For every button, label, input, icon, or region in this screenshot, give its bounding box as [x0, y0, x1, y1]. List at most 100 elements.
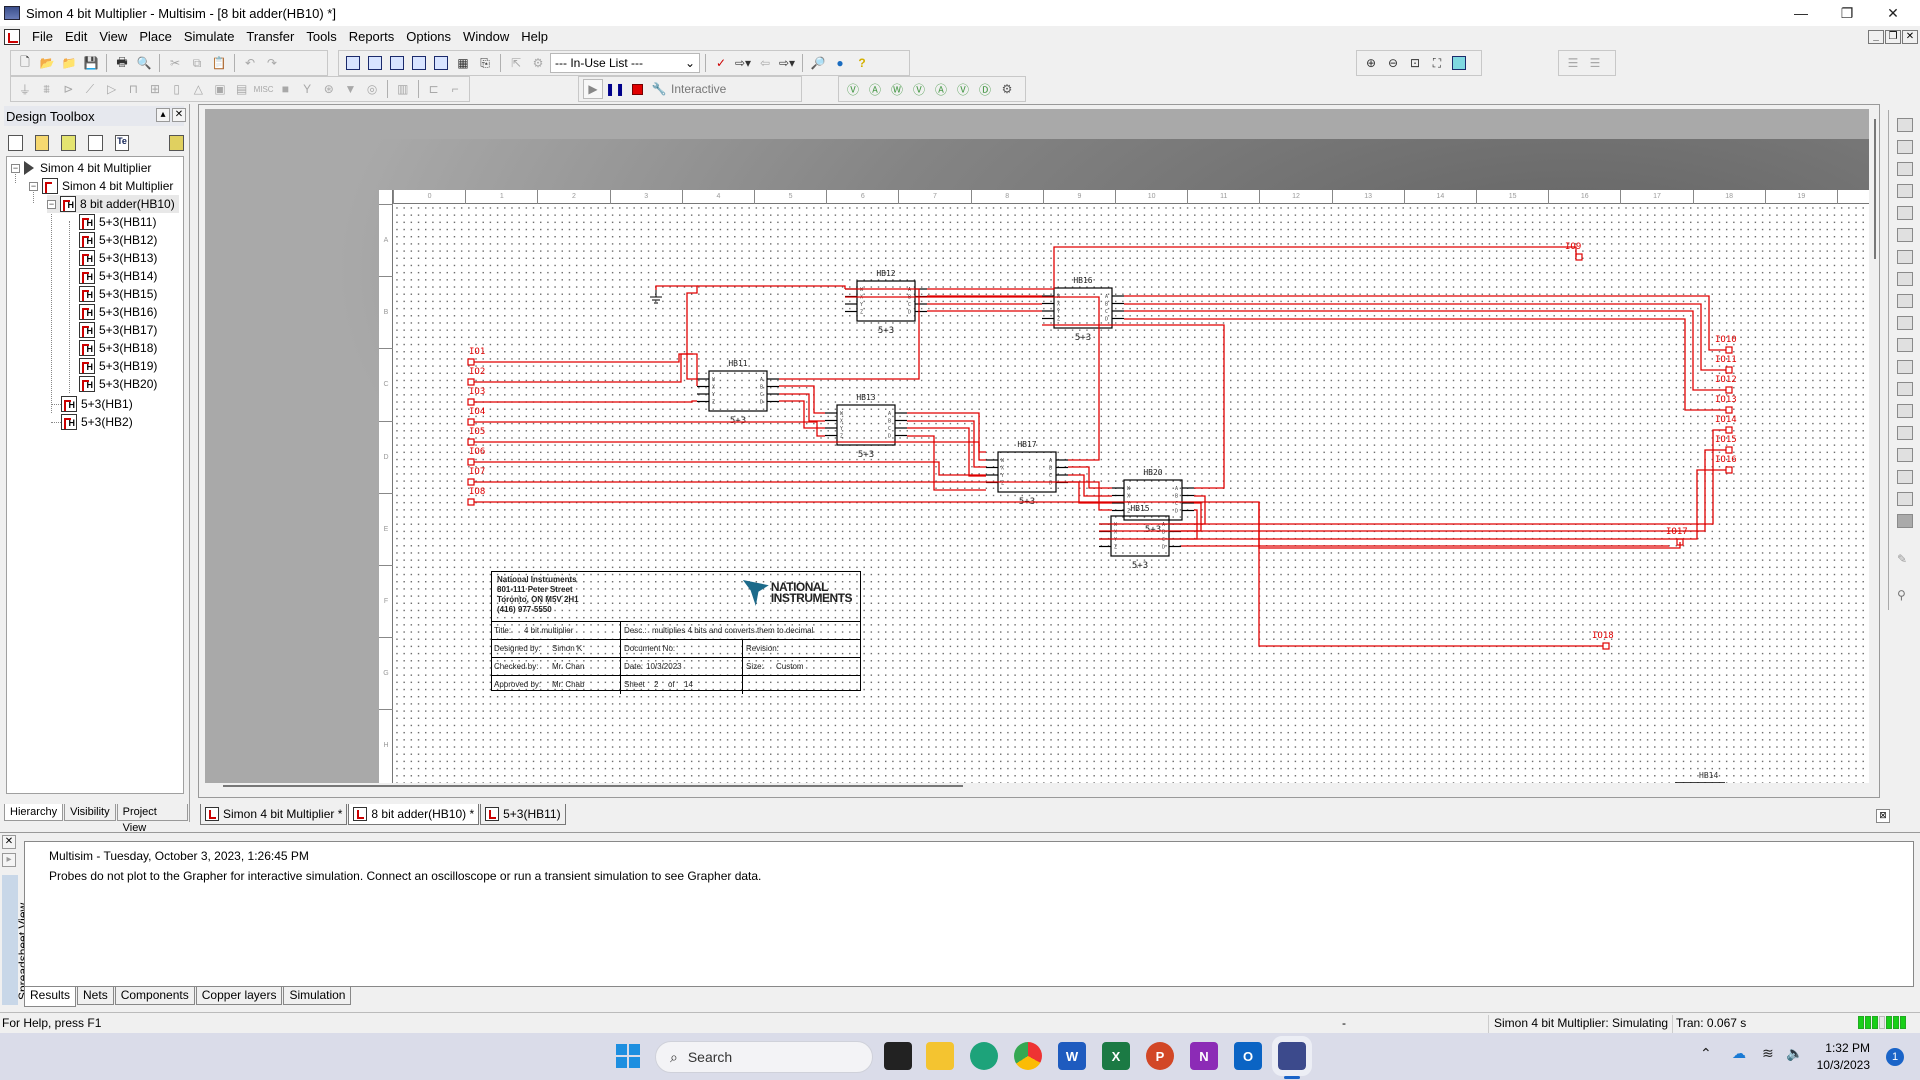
edge-icon[interactable] — [970, 1042, 998, 1070]
volume-icon[interactable]: 🔈 — [1786, 1045, 1803, 1062]
connector-icon[interactable]: ◎ — [362, 79, 382, 99]
hierarchical-block-hb17[interactable]: HB175+3WXYZABCD — [986, 440, 1068, 507]
tree-item-project[interactable]: − Simon 4 bit Multiplier — [11, 159, 151, 177]
block-reference[interactable]: HB16 — [1073, 276, 1092, 285]
sheet-settings-icon[interactable]: ⊠ — [1876, 809, 1890, 823]
multimeter-icon[interactable] — [1897, 118, 1913, 132]
tree-item-schematic[interactable]: − Simon 4 bit Multiplier — [29, 177, 173, 195]
spectrum-analyzer-icon[interactable] — [1897, 382, 1913, 396]
menu-tools[interactable]: Tools — [300, 26, 342, 48]
ni-elvis-icon[interactable]: ✎ — [1897, 552, 1913, 566]
zoom-sheet-icon[interactable]: ⛶ — [1427, 53, 1447, 73]
wifi-icon[interactable]: ≋ — [1762, 1045, 1774, 1062]
hierarchy-icon[interactable]: ⎘ — [475, 53, 495, 73]
block-outline[interactable] — [856, 280, 916, 322]
tab-hierarchy[interactable]: Hierarchy — [4, 804, 64, 821]
agilent-multimeter-icon[interactable] — [1897, 448, 1913, 462]
oscilloscope-icon[interactable] — [1897, 184, 1913, 198]
powerpoint-icon[interactable]: P — [1146, 1042, 1174, 1070]
doc-restore-button[interactable]: ❐ — [1885, 30, 1901, 44]
rf-icon[interactable]: Y — [297, 79, 317, 99]
collapse-icon[interactable]: − — [11, 163, 20, 173]
tree-item-hb1[interactable]: H 5+3(HB1) — [61, 395, 133, 413]
bus-entry-icon[interactable]: ☰ — [1585, 53, 1605, 73]
undo-icon[interactable]: ↶ — [240, 53, 260, 73]
tree-item-hb18[interactable]: H 5+3(HB18) — [79, 339, 157, 357]
tree-item-hb16[interactable]: H 5+3(HB16) — [79, 303, 157, 321]
current-probe-tool-icon[interactable]: ⚲ — [1897, 588, 1913, 602]
word-icon[interactable]: W — [1058, 1042, 1086, 1070]
toolbox-float-button[interactable]: ▴ — [156, 108, 170, 122]
tree-item-hb2[interactable]: H 5+3(HB2) — [61, 413, 133, 431]
io-connector-io17[interactable]: IO17 — [1666, 527, 1688, 546]
tab-project-view[interactable]: Project View — [116, 804, 188, 834]
excel-icon[interactable]: X — [1102, 1042, 1130, 1070]
open-sample-icon[interactable]: 📁 — [59, 53, 79, 73]
reference-probe-icon[interactable]: Ⓥ — [953, 79, 973, 99]
tree-item-hb12[interactable]: H 5+3(HB12) — [79, 231, 157, 249]
cut-icon[interactable]: ✂ — [165, 53, 185, 73]
erc-check-icon[interactable]: ✓ — [711, 53, 731, 73]
power-icon[interactable]: ■ — [276, 79, 296, 99]
differential-voltage-probe-icon[interactable]: Ⓥ — [909, 79, 929, 99]
menu-simulate[interactable]: Simulate — [178, 26, 241, 48]
multisim-taskbar-icon[interactable] — [1272, 1036, 1312, 1076]
open-folder-icon[interactable]: 📂 — [37, 53, 57, 73]
block-reference[interactable]: HB12 — [876, 269, 895, 278]
probe-settings-icon[interactable]: ⚙ — [997, 79, 1017, 99]
block-outline[interactable] — [1123, 479, 1183, 521]
show-hidden-icons-icon[interactable]: ⌃ — [1700, 1045, 1712, 1062]
ttl-icon[interactable]: ⊓ — [123, 79, 143, 99]
block-value[interactable]: 5+3 — [1132, 561, 1148, 571]
component-list-icon[interactable] — [409, 53, 429, 73]
block-outline[interactable] — [997, 451, 1057, 493]
close-button[interactable]: ✕ — [1870, 0, 1916, 26]
menu-transfer[interactable]: Transfer — [240, 26, 300, 48]
tree-item-hb19[interactable]: H 5+3(HB19) — [79, 357, 157, 375]
frequency-counter-icon[interactable] — [1897, 250, 1913, 264]
block-reference[interactable]: HB17 — [1017, 440, 1036, 449]
save-project-icon[interactable] — [61, 135, 77, 151]
wattmeter-icon[interactable] — [1897, 162, 1913, 176]
vertical-scrollbar[interactable] — [1871, 109, 1879, 783]
source-icon[interactable]: ⏚ — [15, 79, 35, 99]
agilent-oscilloscope-icon[interactable] — [1897, 470, 1913, 484]
block-reference[interactable]: HB13 — [856, 393, 875, 402]
text-icon[interactable]: Te — [114, 135, 130, 151]
help-icon[interactable]: ? — [852, 53, 872, 73]
task-view-icon[interactable] — [884, 1042, 912, 1070]
outlook-icon[interactable]: O — [1234, 1042, 1262, 1070]
mcu-icon[interactable]: ▯ — [167, 79, 187, 99]
tab-results[interactable]: Results — [24, 987, 77, 1007]
tab-visibility[interactable]: Visibility — [64, 804, 116, 821]
cmos-icon[interactable]: ⊞ — [145, 79, 165, 99]
pause-simulation-button[interactable]: ❚❚ — [605, 79, 625, 99]
parent-sheet-icon[interactable]: ⇱ — [506, 53, 526, 73]
toggle-design-toolbox-icon[interactable] — [343, 53, 363, 73]
transistor-icon[interactable]: ⟋ — [80, 79, 100, 99]
hierarchical-block-hb13[interactable]: HB13 5+3 WXYZ ABCD — [825, 393, 907, 460]
file-explorer-icon[interactable] — [926, 1042, 954, 1070]
zoom-in-icon[interactable]: ⊕ — [1361, 53, 1381, 73]
mixed-icon[interactable]: ▣ — [210, 79, 230, 99]
new-window-icon[interactable] — [88, 135, 103, 151]
electromechanical-icon[interactable]: ⊛ — [319, 79, 339, 99]
iv-analyzer-icon[interactable] — [1897, 338, 1913, 352]
paste-icon[interactable]: 📋 — [209, 53, 229, 73]
start-button[interactable] — [614, 1042, 642, 1070]
zoom-out-icon[interactable]: ⊖ — [1383, 53, 1403, 73]
new-project-icon[interactable] — [8, 135, 23, 151]
block-reference[interactable]: HB20 — [1143, 468, 1162, 477]
doc-minimize-button[interactable]: _ — [1868, 30, 1884, 44]
restore-button[interactable]: ❐ — [1824, 0, 1870, 26]
hierarchical-block-hb12[interactable]: HB125+3WXYZABCD — [845, 269, 927, 336]
onenote-icon[interactable]: N — [1190, 1042, 1218, 1070]
block-outline[interactable] — [708, 370, 768, 412]
ladder-icon[interactable]: ⌐ — [445, 79, 465, 99]
logic-analyzer-icon[interactable] — [1897, 316, 1913, 330]
indicator-icon[interactable]: ▤ — [232, 79, 252, 99]
document-icon[interactable] — [4, 29, 20, 45]
component-wizard-icon[interactable]: ⚙ — [528, 53, 548, 73]
toggle-spreadsheet-icon[interactable] — [365, 53, 385, 73]
toolbox-close-button[interactable]: ✕ — [172, 108, 186, 122]
